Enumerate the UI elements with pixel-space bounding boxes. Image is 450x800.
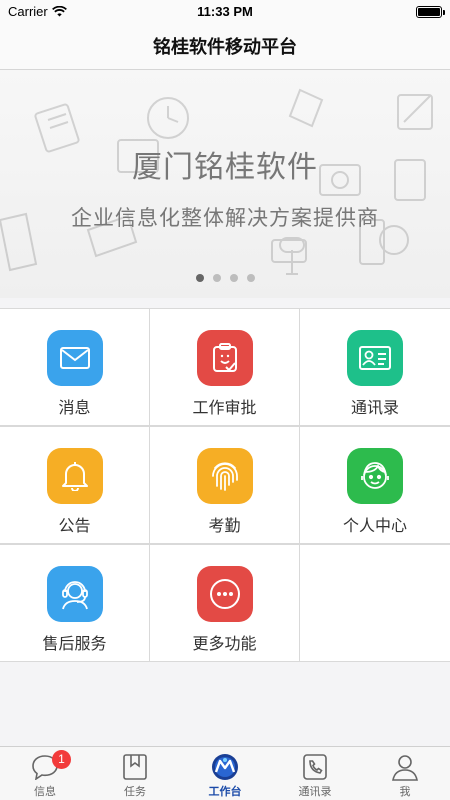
mail-icon bbox=[46, 330, 103, 386]
battery-icon bbox=[416, 6, 445, 18]
grid-item-after-sales[interactable]: 售后服务 bbox=[0, 545, 149, 661]
tab-label: 信息 bbox=[34, 786, 56, 798]
grid-item-label: 更多功能 bbox=[192, 636, 257, 653]
grid-item-announcements[interactable]: 公告 bbox=[0, 427, 149, 543]
page-dot[interactable] bbox=[195, 274, 204, 282]
workbench-logo-icon bbox=[211, 752, 239, 782]
banner-subtitle: 企业信息化整体解决方案提供商 bbox=[71, 207, 379, 230]
tab-me[interactable]: 我 bbox=[360, 747, 450, 800]
banner-title: 厦门铭桂软件 bbox=[132, 151, 318, 184]
grid-item-label: 消息 bbox=[58, 400, 91, 417]
grid-item-label: 售后服务 bbox=[42, 636, 107, 653]
phone-icon bbox=[302, 752, 328, 782]
page-indicator[interactable] bbox=[0, 274, 450, 282]
tab-bar: 信息 1 任务 工作台 通讯录 我 bbox=[0, 746, 450, 800]
page-dot[interactable] bbox=[212, 274, 221, 282]
grid-item-label: 公告 bbox=[58, 518, 91, 535]
status-bar: Carrier 11:33 PM bbox=[0, 0, 450, 24]
page-title: 铭桂软件移动平台 bbox=[153, 37, 297, 57]
grid-item-label: 工作审批 bbox=[192, 400, 257, 417]
unread-badge: 1 bbox=[52, 750, 71, 769]
tab-contacts[interactable]: 通讯录 bbox=[270, 747, 360, 800]
grid-item-attendance[interactable]: 考勤 bbox=[150, 427, 299, 543]
grid-item-messages[interactable]: 消息 bbox=[0, 309, 149, 425]
grid-item-label: 考勤 bbox=[208, 518, 241, 535]
user-icon bbox=[391, 752, 419, 782]
bell-icon bbox=[46, 448, 103, 504]
grid-item-label: 个人中心 bbox=[342, 518, 407, 535]
page-dot[interactable] bbox=[229, 274, 238, 282]
banner-carousel[interactable]: 厦门铭桂软件 企业信息化整体解决方案提供商 bbox=[0, 70, 450, 298]
tab-label: 工作台 bbox=[208, 786, 242, 798]
grid-item-label: 通讯录 bbox=[350, 400, 399, 417]
function-grid: 消息 工作审批 通讯录 公告 考勤 个人中心 售后服务 更多功能 bbox=[0, 308, 450, 662]
approval-icon bbox=[196, 330, 253, 386]
grid-item-work-approval[interactable]: 工作审批 bbox=[150, 309, 299, 425]
page-dot[interactable] bbox=[246, 274, 255, 282]
grid-empty-cell bbox=[300, 545, 450, 661]
person-face-icon bbox=[347, 448, 403, 504]
clock: 11:33 PM bbox=[197, 4, 253, 19]
bookmark-icon bbox=[122, 752, 148, 782]
tab-label: 我 bbox=[399, 786, 411, 798]
tab-workbench[interactable]: 工作台 bbox=[180, 747, 270, 800]
nav-bar: 铭桂软件移动平台 bbox=[0, 24, 450, 70]
fingerprint-icon bbox=[196, 448, 253, 504]
headset-icon bbox=[46, 566, 103, 622]
tab-label: 任务 bbox=[124, 786, 146, 798]
more-icon bbox=[196, 566, 253, 622]
grid-item-more-functions[interactable]: 更多功能 bbox=[150, 545, 299, 661]
contact-card-icon bbox=[347, 330, 403, 386]
tab-messages[interactable]: 信息 1 bbox=[0, 747, 90, 800]
grid-item-personal-center[interactable]: 个人中心 bbox=[300, 427, 450, 543]
tab-tasks[interactable]: 任务 bbox=[90, 747, 180, 800]
grid-item-contacts[interactable]: 通讯录 bbox=[300, 309, 450, 425]
tab-label: 通讯录 bbox=[298, 786, 332, 798]
